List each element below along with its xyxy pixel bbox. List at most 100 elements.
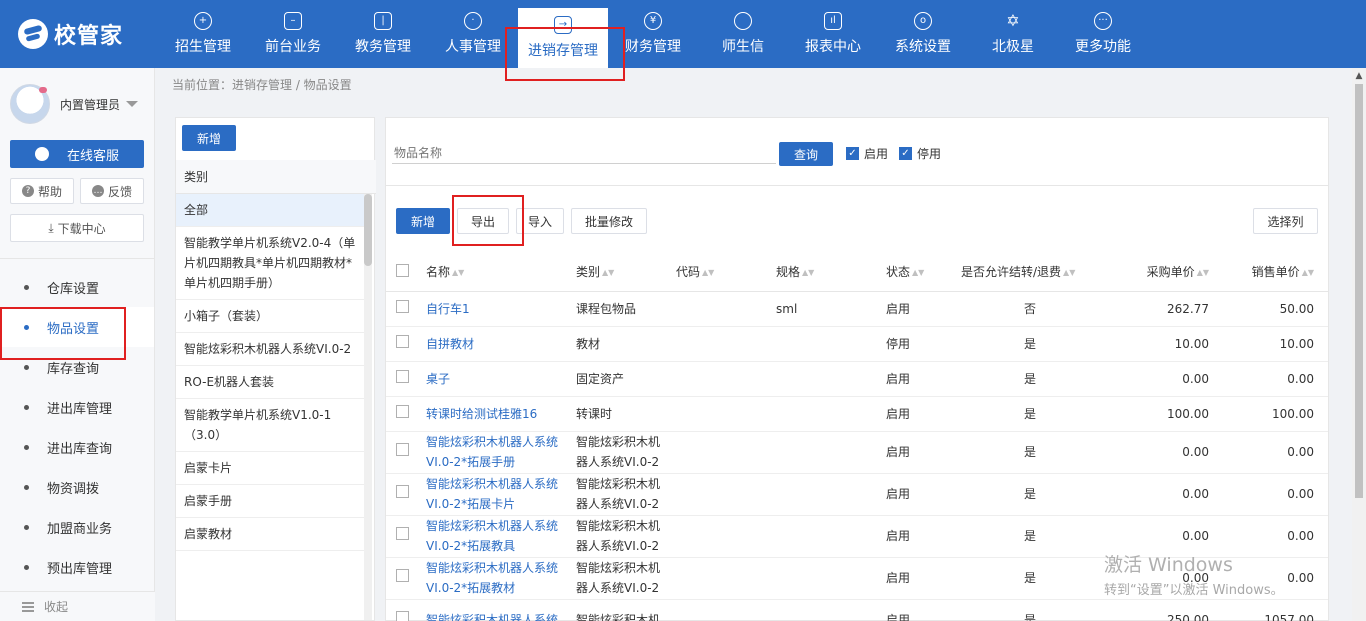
watermark-title: 激活 Windows [1104,554,1233,576]
item-name-link[interactable]: 自拼教材 [426,337,474,351]
category-item[interactable]: 小箱子（套装） [176,300,364,333]
col-code[interactable]: 代码 ▲▼ [670,253,770,292]
item-name-link[interactable]: 自行车1 [426,302,470,316]
row-checkbox[interactable] [396,611,409,621]
row-checkbox[interactable] [396,485,409,498]
item-list-panel: 查询 ✓启用 ✓ 停用 新增 导出 导入 批量修改 选择列 名称▲▼ 类别▲▼ 代… [385,117,1329,621]
sidebar-item-pre-outbound[interactable]: 预出库管理 [0,547,154,587]
nav-item-front-desk[interactable]: – 前台业务 [248,0,338,68]
sidebar-item-warehouse-settings[interactable]: 仓库设置 [0,267,154,307]
scrollbar-thumb[interactable] [364,194,372,266]
sidebar-item-stock-query[interactable]: 库存查询 [0,347,154,387]
item-name-link[interactable]: 智能炫彩积木机器人系统VI.0-2*拓展手册 [426,435,558,469]
item-name-link[interactable]: 智能炫彩积木机器人系统VI.0-2*拓展教材 [426,561,558,595]
sidebar-item-franchise[interactable]: 加盟商业务 [0,507,154,547]
nav-label: 招生管理 [175,39,231,55]
row-checkbox[interactable] [396,527,409,540]
col-category[interactable]: 类别 ▲▼ [570,253,670,292]
row-checkbox[interactable] [396,299,409,313]
item-name-link[interactable]: 智能炫彩积木机器人系统 [426,613,558,621]
book-icon: | [374,12,392,30]
nav-item-more[interactable]: ··· 更多功能 [1058,0,1148,68]
online-service-button[interactable]: 在线客服 [10,140,144,168]
col-refund[interactable]: 是否允许结转/退费 ▲▼ [955,253,1105,292]
item-sale-price: 0.00 [1215,473,1328,516]
sidebar-item-inout-query[interactable]: 进出库查询 [0,427,154,467]
nav-item-settings[interactable]: o 系统设置 [878,0,968,68]
item-category: 转课时 [570,396,670,432]
category-item[interactable]: 启蒙手册 [176,485,364,518]
item-sale-price: 50.00 [1215,291,1328,327]
item-category: 智能炫彩积木机器人系统VI.0-2 [570,515,670,558]
col-spec[interactable]: 规格 ▲▼ [770,253,880,292]
scroll-up-icon[interactable]: ▲ [1352,68,1366,84]
nav-item-messages[interactable]: 师生信 [698,0,788,68]
select-all-checkbox[interactable] [396,263,409,277]
col-name[interactable]: 名称 ▲▼ [420,253,570,292]
item-category: 固定资产 [570,361,670,397]
item-name-link[interactable]: 桌子 [426,372,450,386]
col-sale-price[interactable]: 销售单价 ▲▼ [1215,253,1328,292]
bullet-icon [24,484,29,490]
nav-item-hr[interactable]: · 人事管理 [428,0,518,68]
download-center-button[interactable]: ⤓ 下载中心 [10,214,144,242]
add-item-button[interactable]: 新增 [396,208,450,234]
help-button[interactable]: ? 帮助 [10,178,74,204]
nav-item-recruitment[interactable]: + 招生管理 [158,0,248,68]
search-button[interactable]: 查询 [779,142,833,166]
brand-name: 校管家 [54,24,124,49]
brand[interactable]: 校管家 [0,0,158,68]
nav-item-inventory[interactable]: → 进销存管理 [518,8,608,68]
category-item[interactable]: 启蒙卡片 [176,452,364,485]
enabled-filter[interactable]: ✓ 启用 [846,145,888,162]
row-checkbox[interactable] [396,569,409,582]
sidebar-item-transfer[interactable]: 物资调拨 [0,467,154,507]
disabled-label: 停用 [917,147,942,161]
add-category-button[interactable]: 新增 [182,125,236,151]
row-checkbox[interactable] [396,334,409,348]
collapse-label: 收起 [44,600,69,614]
collapse-sidebar-button[interactable]: 收起 [0,591,155,621]
row-checkbox[interactable] [396,404,409,418]
category-item[interactable]: 智能教学单片机系统V2.0-4（单片机四期教具*单片机四期教材*单片机四期手册） [176,227,364,300]
category-item[interactable]: 全部 [176,194,364,227]
batch-edit-button[interactable]: 批量修改 [571,208,647,234]
row-checkbox[interactable] [396,369,409,383]
row-checkbox[interactable] [396,443,409,456]
feedback-button[interactable]: … 反馈 [80,178,144,204]
category-item[interactable]: 智能炫彩积木机器人系统VI.0-2 [176,333,364,366]
category-item[interactable]: 启蒙教材 [176,518,364,551]
col-status[interactable]: 状态 ▲▼ [880,253,955,292]
item-code [670,557,770,600]
disabled-filter[interactable]: ✓ 停用 [899,145,941,162]
col-purchase-price[interactable]: 采购单价 ▲▼ [1105,253,1215,292]
item-spec: sml [770,291,880,327]
breadcrumb: 当前位置：进销存管理 / 物品设置 [172,78,352,92]
nav-item-reports[interactable]: ıl 报表中心 [788,0,878,68]
main-nav: + 招生管理 – 前台业务 | 教务管理 · 人事管理 → 进销存管理 ¥ 财务管理 师生信… [158,0,1148,68]
select-columns-button[interactable]: 选择列 [1253,208,1318,234]
item-name-link[interactable]: 转课时给测试桂雅16 [426,407,537,421]
checkbox-checked-icon[interactable]: ✓ [899,147,912,160]
item-name-link[interactable]: 智能炫彩积木机器人系统VI.0-2*拓展卡片 [426,477,558,511]
item-name-search-input[interactable] [392,142,776,164]
category-item[interactable]: RO-E机器人套装 [176,366,364,399]
nav-label: 人事管理 [445,39,501,55]
export-button[interactable]: 导出 [457,208,509,234]
category-scrollbar[interactable] [364,194,372,620]
bullet-icon [24,404,29,410]
checkbox-checked-icon[interactable]: ✓ [846,147,859,160]
page-scrollbar[interactable]: ▲ [1352,68,1366,621]
sidebar-item-inout-management[interactable]: 进出库管理 [0,387,154,427]
scrollbar-thumb[interactable] [1355,84,1363,498]
nav-item-academic[interactable]: | 教务管理 [338,0,428,68]
item-name-link[interactable]: 智能炫彩积木机器人系统VI.0-2*拓展教具 [426,519,558,553]
col-label: 状态 [886,265,911,280]
category-item[interactable]: 智能教学单片机系统V1.0-1（3.0） [176,399,364,452]
sidebar-item-item-settings[interactable]: 物品设置 [0,307,154,347]
import-button[interactable]: 导入 [516,208,564,234]
nav-item-polaris[interactable]: ✡ 北极星 [968,0,1058,68]
nav-item-finance[interactable]: ¥ 财务管理 [608,0,698,68]
user-profile[interactable]: 内置管理员 [0,68,154,140]
avatar [10,84,50,124]
